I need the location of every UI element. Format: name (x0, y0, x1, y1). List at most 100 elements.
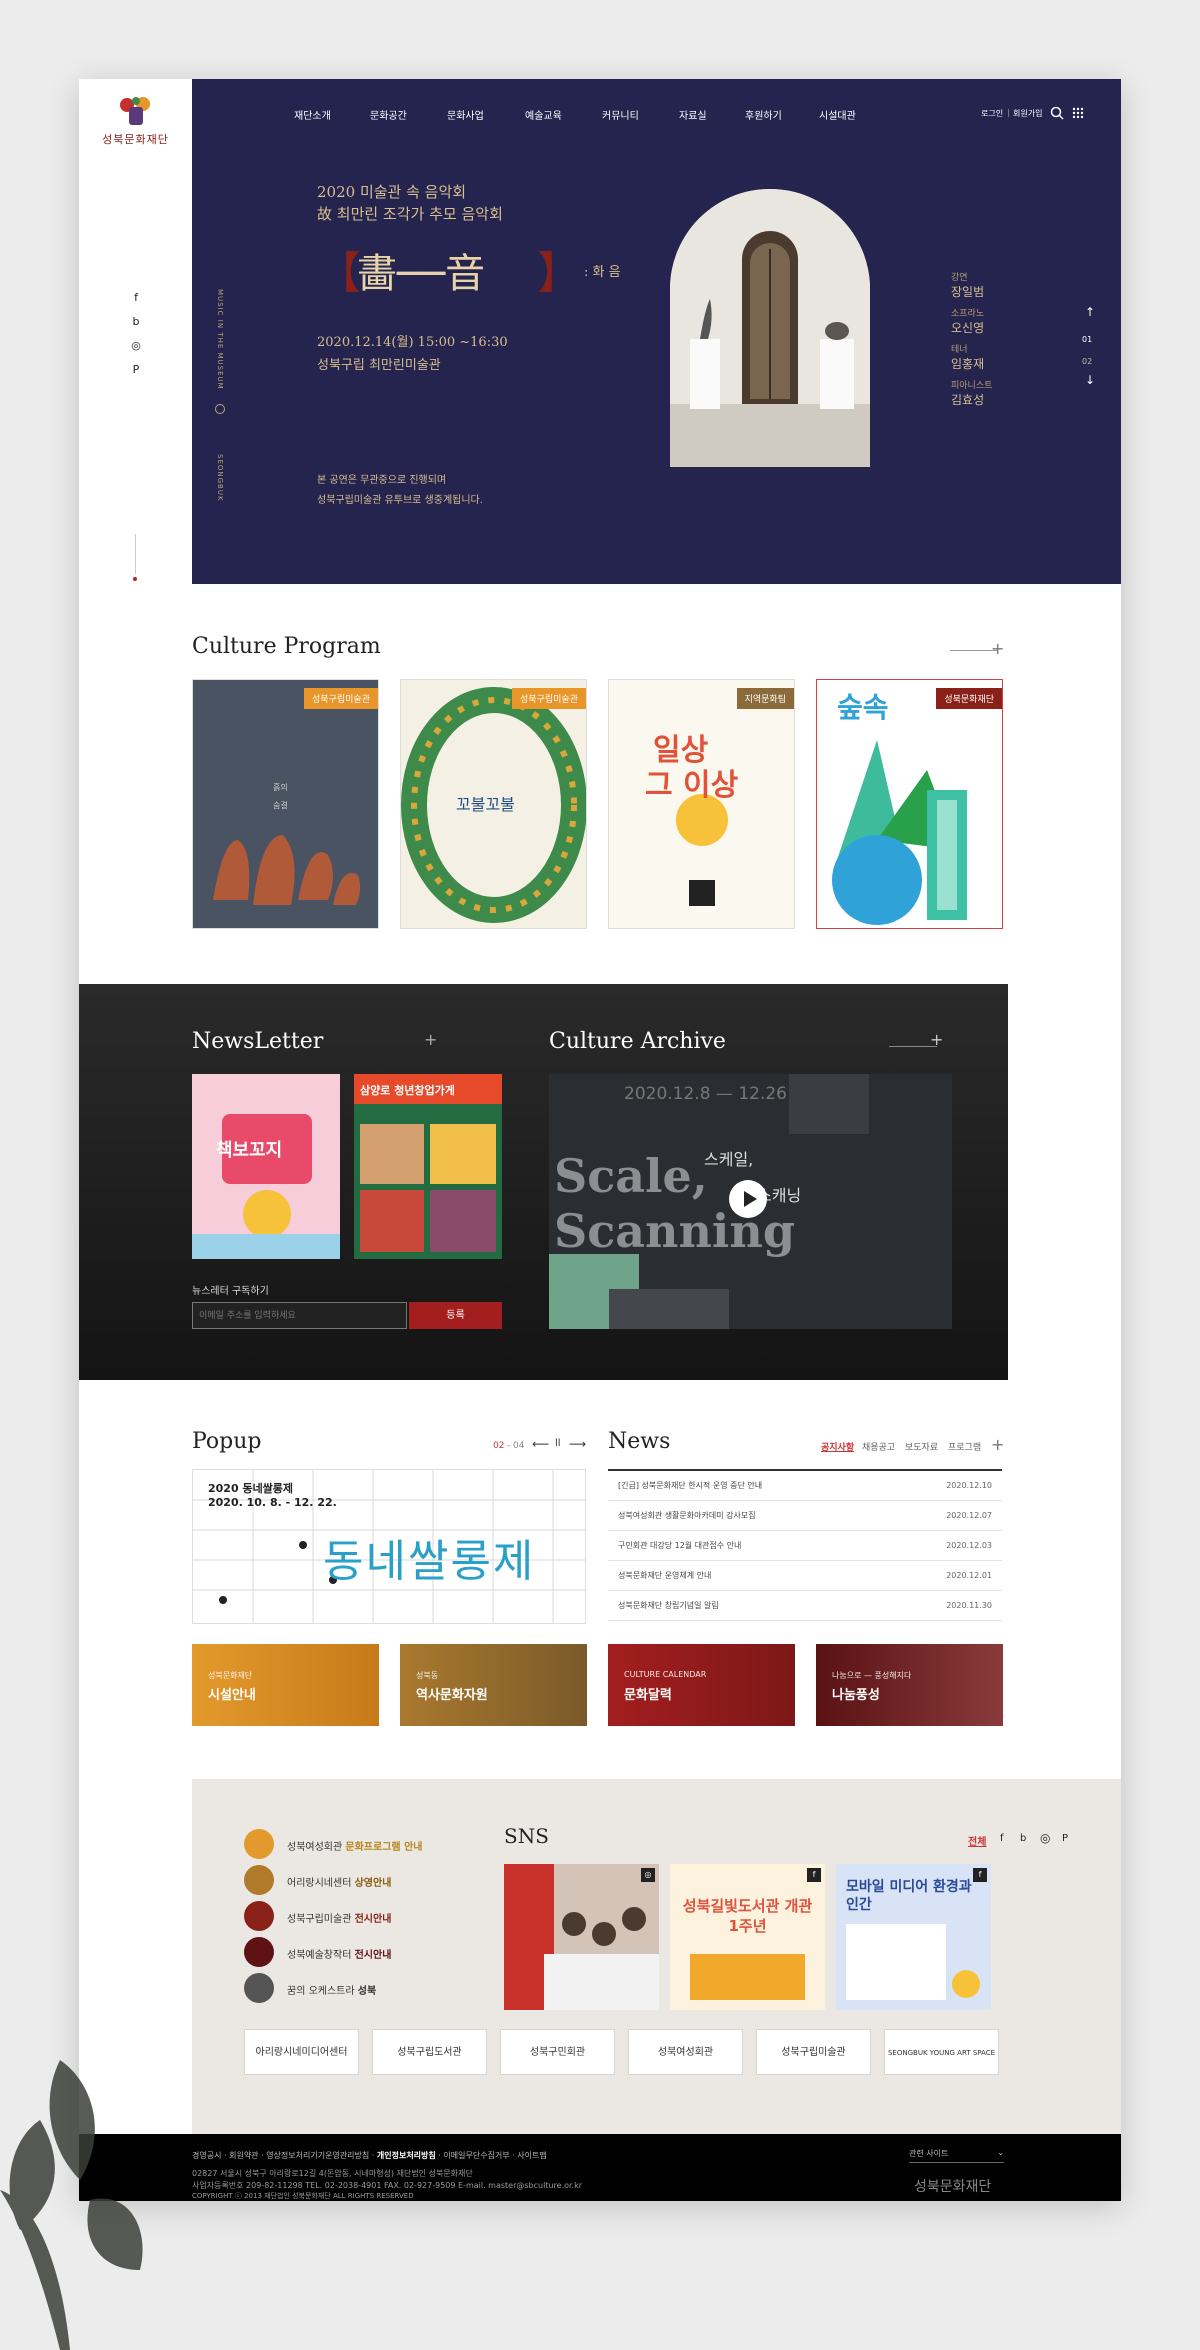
sns-filter-blog-icon[interactable]: b (1020, 1833, 1026, 1844)
popup-title: Popup (192, 1429, 262, 1454)
quick-card-calendar[interactable]: CULTURE CALENDAR 문화달력 (608, 1644, 795, 1726)
archive-video-thumbnail[interactable]: 2020.12.8 — 12.26 Scale, Scanning 스케일, 스… (549, 1074, 952, 1329)
footer-link-sitemap[interactable]: 사이트맵 (517, 2151, 546, 2160)
sns-filter-post-icon[interactable]: P (1062, 1833, 1068, 1844)
sns-filter-facebook-icon[interactable]: f (1000, 1833, 1004, 1844)
hero-venue: 성북구립 최만린미술관 (317, 358, 441, 373)
blog-icon[interactable]: b (129, 315, 143, 328)
nav-item-rental[interactable]: 시설대관 (819, 107, 856, 122)
banner-women-center[interactable]: 성북여성회관 (628, 2029, 743, 2075)
performer-1: 강연 장일범 (951, 273, 985, 299)
join-link[interactable]: 회원가입 (1013, 108, 1042, 119)
arrow-down-icon[interactable]: ↓ (1085, 373, 1095, 387)
popup-pause-icon[interactable]: ll (555, 1438, 561, 1449)
login-link[interactable]: 로그인 (981, 108, 1003, 119)
popup-next-icon[interactable]: ⟶ (569, 1437, 586, 1451)
news-tab-program[interactable]: 프로그램 (948, 1440, 981, 1453)
newsletter-poster-1[interactable]: 책보꼬지 (192, 1074, 340, 1259)
chevron-down-icon: ⌄ (997, 2148, 1004, 2157)
footer-address: 02827 서울시 성북구 아리랑로12길 4(돈암동, 시네마형성) 재단법인… (192, 2169, 473, 2178)
quick-card-facilities[interactable]: 성북문화재단 시설안내 (192, 1644, 379, 1726)
institution-link-1[interactable]: 성북여성회관 문화프로그램 안내 (287, 1838, 422, 1853)
newsletter-email-input[interactable] (192, 1302, 407, 1329)
performer-3: 테너 임홍재 (951, 345, 985, 371)
footer-link-cctv[interactable]: 영상정보처리기기운영관리방침 (266, 2151, 369, 2160)
sns-title: SNS (504, 1824, 549, 1848)
quick-card-history[interactable]: 성북동 역사문화자원 (400, 1644, 587, 1726)
scroll-indicator-line (135, 534, 136, 574)
hero-banner[interactable]: 재단소개 문화공간 문화사업 예술교육 커뮤니티 자료실 후원하기 시설대관 로… (192, 79, 1121, 584)
instagram-icon[interactable]: ◎ (129, 339, 143, 352)
footer-link-management[interactable]: 경영공시 (192, 2151, 221, 2160)
news-row[interactable]: 성북문화재단 창립기념일 알림 2020.11.30 (608, 1591, 1002, 1621)
nav-item-donate[interactable]: 후원하기 (745, 107, 782, 122)
institution-link-2[interactable]: 어리랑시네센터 상영안내 (287, 1874, 391, 1889)
archive-title-kr-a: 스케일, (704, 1150, 754, 1169)
news-tab-jobs[interactable]: 채용공고 (862, 1440, 895, 1453)
related-sites-select[interactable]: 관련 사이트 ⌄ (909, 2148, 1004, 2163)
news-tab-press[interactable]: 보도자료 (905, 1440, 938, 1453)
institution-link-4[interactable]: 성북예술창작터 전시안내 (287, 1946, 391, 1961)
footer-link-email[interactable]: 이메일무단수집거부 (443, 2151, 509, 2160)
foundation-logo-icon[interactable] (115, 95, 157, 127)
nav-item-projects[interactable]: 문화사업 (447, 107, 484, 122)
facebook-icon[interactable]: f (129, 291, 143, 304)
newsletter-poster-2[interactable]: 삼양로 청년창업가게 (354, 1074, 502, 1259)
banner-community-hall[interactable]: 성북구민회관 (500, 2029, 615, 2075)
scroll-indicator-dot (133, 577, 137, 581)
newsletter-poster-2-title: 삼양로 청년창업가게 (360, 1084, 455, 1097)
program-card-1[interactable]: 흙의 숨결 성북구립미술관 (192, 679, 379, 929)
search-icon[interactable] (1050, 106, 1064, 120)
nav-item-archive[interactable]: 자료실 (679, 107, 707, 122)
institution-icon-5 (244, 1973, 274, 2003)
newsletter-subscribe-label: 뉴스레터 구독하기 (192, 1286, 269, 1297)
sns-post-3[interactable]: 모바일 미디어 환경과 인간 f (836, 1864, 991, 2010)
page-frame: 성북문화재단 f b ◎ P 재단소개 문화공간 문화사업 예술교육 커뮤니티 … (79, 79, 1121, 2201)
nav-item-education[interactable]: 예술교육 (525, 107, 562, 122)
quick-card-sharing[interactable]: 나눔으로 — 풍성해지다 나눔풍성 (816, 1644, 1003, 1726)
newsletter-submit-button[interactable]: 등록 (409, 1302, 502, 1329)
performer-4: 피아니스트 김효성 (951, 381, 993, 407)
nav-item-spaces[interactable]: 문화공간 (370, 107, 407, 122)
hero-subtitle-1: 2020 미술관 속 음악회 (317, 183, 467, 201)
sns-post-1[interactable]: ◎ (504, 1864, 659, 2010)
arrow-up-icon[interactable]: ↑ (1085, 305, 1095, 319)
institution-icon-1 (244, 1829, 274, 1859)
banner-art-museum[interactable]: 성북구립미술관 (756, 2029, 871, 2075)
banner-young-art-space[interactable]: SEONGBUK YOUNG ART SPACE (884, 2029, 999, 2075)
program-card-2[interactable]: 꼬불꼬불 성북구립미술관 (400, 679, 587, 929)
program-card-3[interactable]: 일상 그 이상 지역문화팀 (608, 679, 795, 929)
footer-brand: 성북문화재단 (914, 2179, 992, 2195)
archive-more-icon[interactable]: + (930, 1030, 943, 1049)
banner-arirang-cine[interactable]: 아리랑시네미디어센터 (244, 2029, 359, 2075)
institution-link-3[interactable]: 성북구립미술관 전시안내 (287, 1910, 391, 1925)
program-tag-4: 성북문화재단 (936, 688, 1002, 709)
post-icon[interactable]: P (129, 363, 143, 376)
brand-name[interactable]: 성북문화재단 (79, 131, 192, 147)
left-sidebar: 성북문화재단 f b ◎ P (79, 79, 192, 584)
program-4-title: 숲속 (837, 691, 889, 724)
news-row[interactable]: 성북문화재단 운영체계 안내 2020.12.01 (608, 1561, 1002, 1591)
nav-item-about[interactable]: 재단소개 (294, 107, 331, 122)
sns-post-2[interactable]: 성북길빛도서관 개관 1주년 f (670, 1864, 825, 2010)
popup-banner[interactable]: 2020 동네쌀롱제 2020. 10. 8. - 12. 22. 동네쌀롱제 (192, 1469, 586, 1624)
nav-item-community[interactable]: 커뮤니티 (602, 107, 639, 122)
sns-filter-all[interactable]: 전체 (968, 1833, 986, 1848)
news-more-icon[interactable]: + (991, 1435, 1004, 1454)
banner-library[interactable]: 성북구립도서관 (372, 2029, 487, 2075)
sns-post-2-title: 성북길빛도서관 개관 1주년 (682, 1897, 813, 1935)
popup-prev-icon[interactable]: ⟵ (532, 1437, 549, 1451)
news-tab-notice[interactable]: 공지사항 (821, 1440, 854, 1453)
sns-filter-instagram-icon[interactable]: ◎ (1040, 1831, 1050, 1845)
culture-program-more-icon[interactable]: + (991, 641, 1004, 657)
institution-link-5[interactable]: 꿈의 오케스트라 성북 (287, 1982, 376, 1997)
footer-link-privacy[interactable]: 개인정보처리방침 (377, 2151, 436, 2160)
news-row[interactable]: [긴급] 성북문화재단 한시적 운영 중단 안내 2020.12.10 (608, 1471, 1002, 1501)
news-row[interactable]: 구민회관 대강당 12월 대관접수 안내 2020.12.03 (608, 1531, 1002, 1561)
all-menu-icon[interactable] (1072, 107, 1084, 119)
play-button-icon[interactable] (729, 1180, 767, 1218)
news-row[interactable]: 성북여성회관 생활문화아카데미 강사모집 2020.12.07 (608, 1501, 1002, 1531)
newsletter-more-icon[interactable]: + (424, 1030, 437, 1049)
program-card-4[interactable]: 숲속 성북문화재단 (816, 679, 1003, 929)
footer-link-terms[interactable]: 회원약관 (229, 2151, 258, 2160)
